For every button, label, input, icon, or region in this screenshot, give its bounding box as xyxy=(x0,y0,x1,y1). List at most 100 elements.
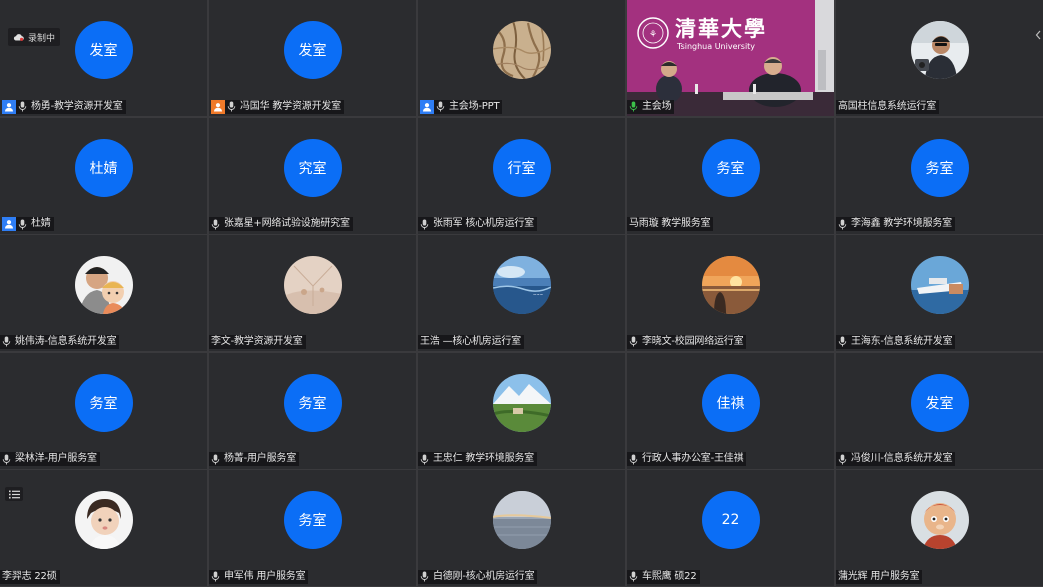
participant-name: 申军伟 用户服务室 xyxy=(222,569,309,584)
participant-name: 冯国华 教学资源开发室 xyxy=(238,99,344,114)
svg-text:~~~: ~~~ xyxy=(533,292,543,297)
participant-label: 冯国华 教学资源开发室 xyxy=(209,99,344,114)
participant-label: 张雨军 核心机房运行室 xyxy=(418,217,537,232)
participant-tile[interactable]: 主会场-PPT xyxy=(418,0,625,116)
sunset-photo-image xyxy=(701,256,760,314)
participant-name: 姚伟涛-信息系统开发室 xyxy=(13,334,120,349)
participant-tile[interactable]: 姚伟涛-信息系统开发室 xyxy=(0,235,207,351)
participant-avatar xyxy=(492,491,551,549)
lake-photo-image xyxy=(492,491,551,549)
participant-tile[interactable]: 高国柱信息系统运行室 xyxy=(836,0,1043,116)
participant-avatar xyxy=(910,21,969,79)
participant-label: 王忠仁 教学环境服务室 xyxy=(418,452,537,467)
participant-label: 李海鑫 教学环境服务室 xyxy=(836,217,955,232)
participant-avatar: 究室 xyxy=(283,138,342,197)
participant-avatar: 务室 xyxy=(283,373,342,432)
participant-tile[interactable]: 务室 申军伟 用户服务室 xyxy=(209,470,416,586)
participant-label: 主会场-PPT xyxy=(418,99,503,114)
man-photo-image xyxy=(910,21,969,79)
participant-avatar: 发室 xyxy=(283,21,342,79)
participant-tile[interactable]: 务室 杨菁-用户服务室 xyxy=(209,352,416,469)
participant-tile[interactable]: 发室 杨勇-教学资源开发室 录制中 xyxy=(0,0,207,116)
participant-tile[interactable]: 究室 张嘉星+网络试验设施研究室 xyxy=(209,117,416,234)
participant-label: 姚伟涛-信息系统开发室 xyxy=(0,334,120,349)
microphone-icon xyxy=(627,452,640,466)
microphone-icon xyxy=(627,334,640,349)
participant-tile[interactable]: 李晓文-校园网络运行室 xyxy=(627,235,834,351)
participant-label: 蒲光辉 用户服务室 xyxy=(836,569,923,584)
tsinghua-logo-text: 清華大學 xyxy=(675,16,767,41)
participant-name: 梁林洋-用户服务室 xyxy=(13,452,100,466)
participant-label: 杜婧 xyxy=(0,217,54,232)
participant-name: 王忠仁 教学环境服务室 xyxy=(431,452,537,466)
participant-avatar xyxy=(701,256,760,314)
microphone-icon xyxy=(627,569,640,584)
participant-label: 李羿志 22硕 xyxy=(0,569,60,584)
participant-tile[interactable]: 蒲光辉 用户服务室 xyxy=(836,470,1043,586)
microphone-icon xyxy=(836,452,849,466)
host-user-icon xyxy=(2,99,16,114)
participant-name: 李海鑫 教学环境服务室 xyxy=(849,217,955,231)
cloud-icon xyxy=(13,34,24,41)
participant-tile[interactable]: 发室 冯俊川-信息系统开发室 xyxy=(836,352,1043,469)
participant-tile[interactable]: 李羿志 22硕 xyxy=(0,470,207,586)
microphone-icon xyxy=(16,217,29,231)
svg-text:⚘: ⚘ xyxy=(649,30,657,40)
participant-name: 车熙鹰 硕22 xyxy=(640,569,700,584)
participant-tile[interactable]: 王海东-信息系统开发室 xyxy=(836,235,1043,351)
microphone-active-icon xyxy=(627,99,640,114)
participant-name: 主会场 xyxy=(640,99,675,114)
tsinghua-logo-subtext: Tsinghua University xyxy=(676,42,755,51)
participant-label: 车熙鹰 硕22 xyxy=(627,569,700,584)
participant-tile[interactable]: 22 车熙鹰 硕22 xyxy=(627,470,834,586)
participant-name: 蒲光辉 用户服务室 xyxy=(836,569,923,584)
participant-name: 杜婧 xyxy=(29,217,54,231)
participant-avatar xyxy=(74,491,133,549)
participant-label: 杨菁-用户服务室 xyxy=(209,452,300,467)
participant-label: 白德刚-核心机房运行室 xyxy=(418,569,538,584)
participant-name: 高国柱信息系统运行室 xyxy=(836,99,939,114)
microphone-icon xyxy=(836,334,849,349)
participant-avatar xyxy=(492,21,551,79)
participant-name: 白德刚-核心机房运行室 xyxy=(431,569,538,584)
microphone-icon xyxy=(0,334,13,349)
participant-name: 主会场-PPT xyxy=(447,99,503,114)
participant-label: 张嘉星+网络试验设施研究室 xyxy=(209,217,353,232)
list-icon xyxy=(8,490,20,498)
participant-tile[interactable]: 发室 冯国华 教学资源开发室 xyxy=(209,0,416,116)
participant-tile[interactable]: 白德刚-核心机房运行室 xyxy=(418,470,625,586)
host-user-icon xyxy=(2,217,16,231)
participant-tile[interactable]: 务室 梁林洋-用户服务室 xyxy=(0,352,207,469)
recording-label: 录制中 xyxy=(28,33,56,44)
participant-label: 李晓文-校园网络运行室 xyxy=(627,334,747,349)
participant-tile[interactable]: 行室 张雨军 核心机房运行室 xyxy=(418,117,625,234)
participant-tile[interactable]: 杜婧 杜婧 xyxy=(0,117,207,234)
participant-tile[interactable]: 务室 马雨璇 教学服务室 xyxy=(627,117,834,234)
recording-indicator[interactable]: 录制中 xyxy=(8,28,61,46)
host-user-icon xyxy=(420,99,434,114)
participant-avatar: 杜婧 xyxy=(74,138,133,197)
participant-label: 行政人事办公室-王佳祺 xyxy=(627,452,747,467)
participant-tile[interactable]: 李文-教学资源开发室 xyxy=(209,235,416,351)
active-video-tile[interactable]: ⚘ 清華大學 Tsinghua University 主会场 xyxy=(627,0,834,116)
participant-label: 主会场 xyxy=(627,99,675,114)
participant-avatar: 发室 xyxy=(74,21,133,79)
participant-name: 行政人事办公室-王佳祺 xyxy=(640,452,747,466)
ship-photo-image xyxy=(910,256,969,314)
bark-photo-image xyxy=(492,21,551,79)
participant-tile[interactable]: 务室 李海鑫 教学环境服务室 xyxy=(836,117,1043,234)
participant-tile[interactable]: ~~~ 王浩 —核心机房运行室 xyxy=(418,235,625,351)
sand-photo-image xyxy=(283,256,342,314)
participant-tile[interactable]: 佳祺 行政人事办公室-王佳祺 xyxy=(627,352,834,469)
participant-list-button[interactable] xyxy=(5,487,23,501)
participant-avatar: 发室 xyxy=(910,373,969,432)
cohost-user-icon xyxy=(211,99,225,114)
participant-label: 冯俊川-信息系统开发室 xyxy=(836,452,956,467)
sea-photo-image: ~~~ xyxy=(492,256,551,314)
participant-label: 梁林洋-用户服务室 xyxy=(0,452,100,467)
scroll-arrow-icon[interactable] xyxy=(1035,30,1041,40)
microphone-icon xyxy=(434,99,447,114)
participant-avatar: 佳祺 xyxy=(701,373,760,432)
participant-avatar: 务室 xyxy=(910,138,969,197)
participant-tile[interactable]: 王忠仁 教学环境服务室 xyxy=(418,352,625,469)
